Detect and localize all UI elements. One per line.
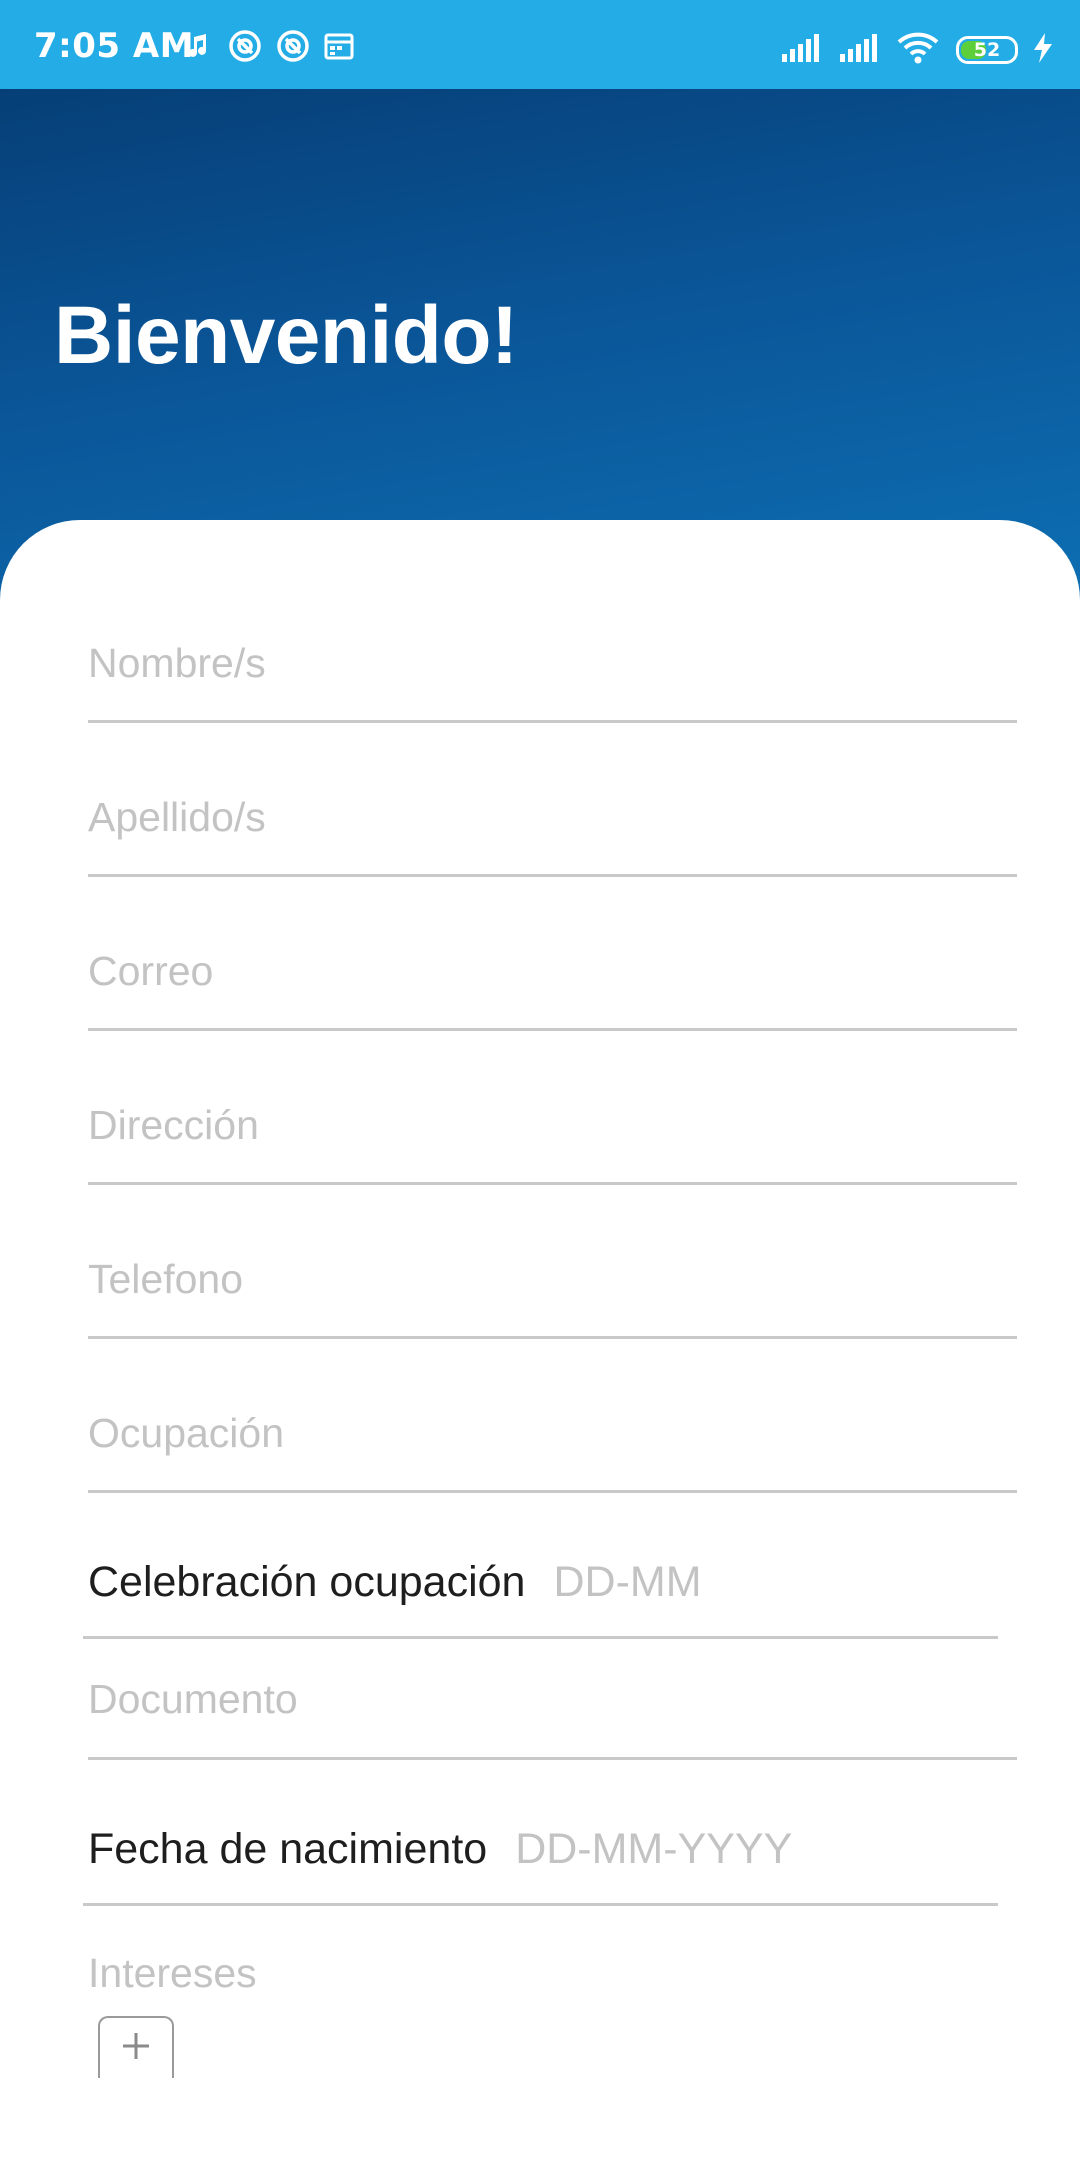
signal-icon (780, 32, 824, 69)
plus-icon (119, 2029, 153, 2068)
music-note-icon (184, 31, 214, 66)
signal-icon (838, 32, 882, 69)
fecha-nacimiento-underline (83, 1903, 998, 1906)
status-time: 7:05 AM (34, 26, 195, 66)
apellido-field[interactable]: Apellido/s (88, 794, 1017, 844)
status-icons-left (184, 29, 354, 68)
direccion-placeholder: Dirección (88, 1102, 259, 1148)
form-card (0, 520, 1080, 2158)
intereses-section: Intereses (88, 1950, 1017, 2000)
intereses-label: Intereses (88, 1950, 257, 1996)
documento-underline (88, 1757, 1017, 1760)
celebracion-ocupacion-placeholder[interactable]: DD-MM (553, 1558, 701, 1607)
direccion-underline (88, 1182, 1017, 1185)
apellido-underline (88, 874, 1017, 877)
apellido-placeholder: Apellido/s (88, 794, 266, 840)
documento-field[interactable]: Documento (88, 1676, 1017, 1726)
nombre-underline (88, 720, 1017, 723)
app-notification-icon (228, 29, 262, 68)
ocupacion-underline (88, 1490, 1017, 1493)
telefono-field[interactable]: Telefono (88, 1256, 1017, 1306)
correo-underline (88, 1028, 1017, 1031)
ocupacion-field[interactable]: Ocupación (88, 1410, 1017, 1460)
nombre-field[interactable]: Nombre/s (88, 640, 1017, 690)
correo-field[interactable]: Correo (88, 948, 1017, 998)
add-interest-button[interactable] (98, 2016, 174, 2078)
status-bar: 7:05 AM 52 (0, 0, 1080, 89)
ocupacion-placeholder: Ocupación (88, 1410, 285, 1456)
wifi-icon (896, 31, 942, 70)
celebracion-ocupacion-field[interactable]: Celebración ocupación DD-MM (88, 1558, 998, 1607)
nombre-placeholder: Nombre/s (88, 640, 266, 686)
fecha-nacimiento-field[interactable]: Fecha de nacimiento DD-MM-YYYY (88, 1825, 998, 1874)
battery-icon: 52 (956, 36, 1018, 64)
battery-level: 52 (973, 39, 1001, 61)
documento-placeholder: Documento (88, 1676, 298, 1722)
telefono-placeholder: Telefono (88, 1256, 244, 1302)
direccion-field[interactable]: Dirección (88, 1102, 1017, 1152)
status-icons-right: 52 (780, 30, 1054, 70)
fecha-nacimiento-placeholder[interactable]: DD-MM-YYYY (515, 1825, 792, 1874)
charging-bolt-icon (1032, 32, 1054, 69)
calendar-icon (324, 31, 354, 66)
telefono-underline (88, 1336, 1017, 1339)
fecha-nacimiento-label: Fecha de nacimiento (88, 1825, 488, 1873)
celebracion-ocupacion-label: Celebración ocupación (88, 1558, 526, 1606)
correo-placeholder: Correo (88, 948, 214, 994)
celebracion-underline (83, 1636, 998, 1639)
page-title: Bienvenido! (54, 290, 518, 381)
app-notification-icon (276, 29, 310, 68)
